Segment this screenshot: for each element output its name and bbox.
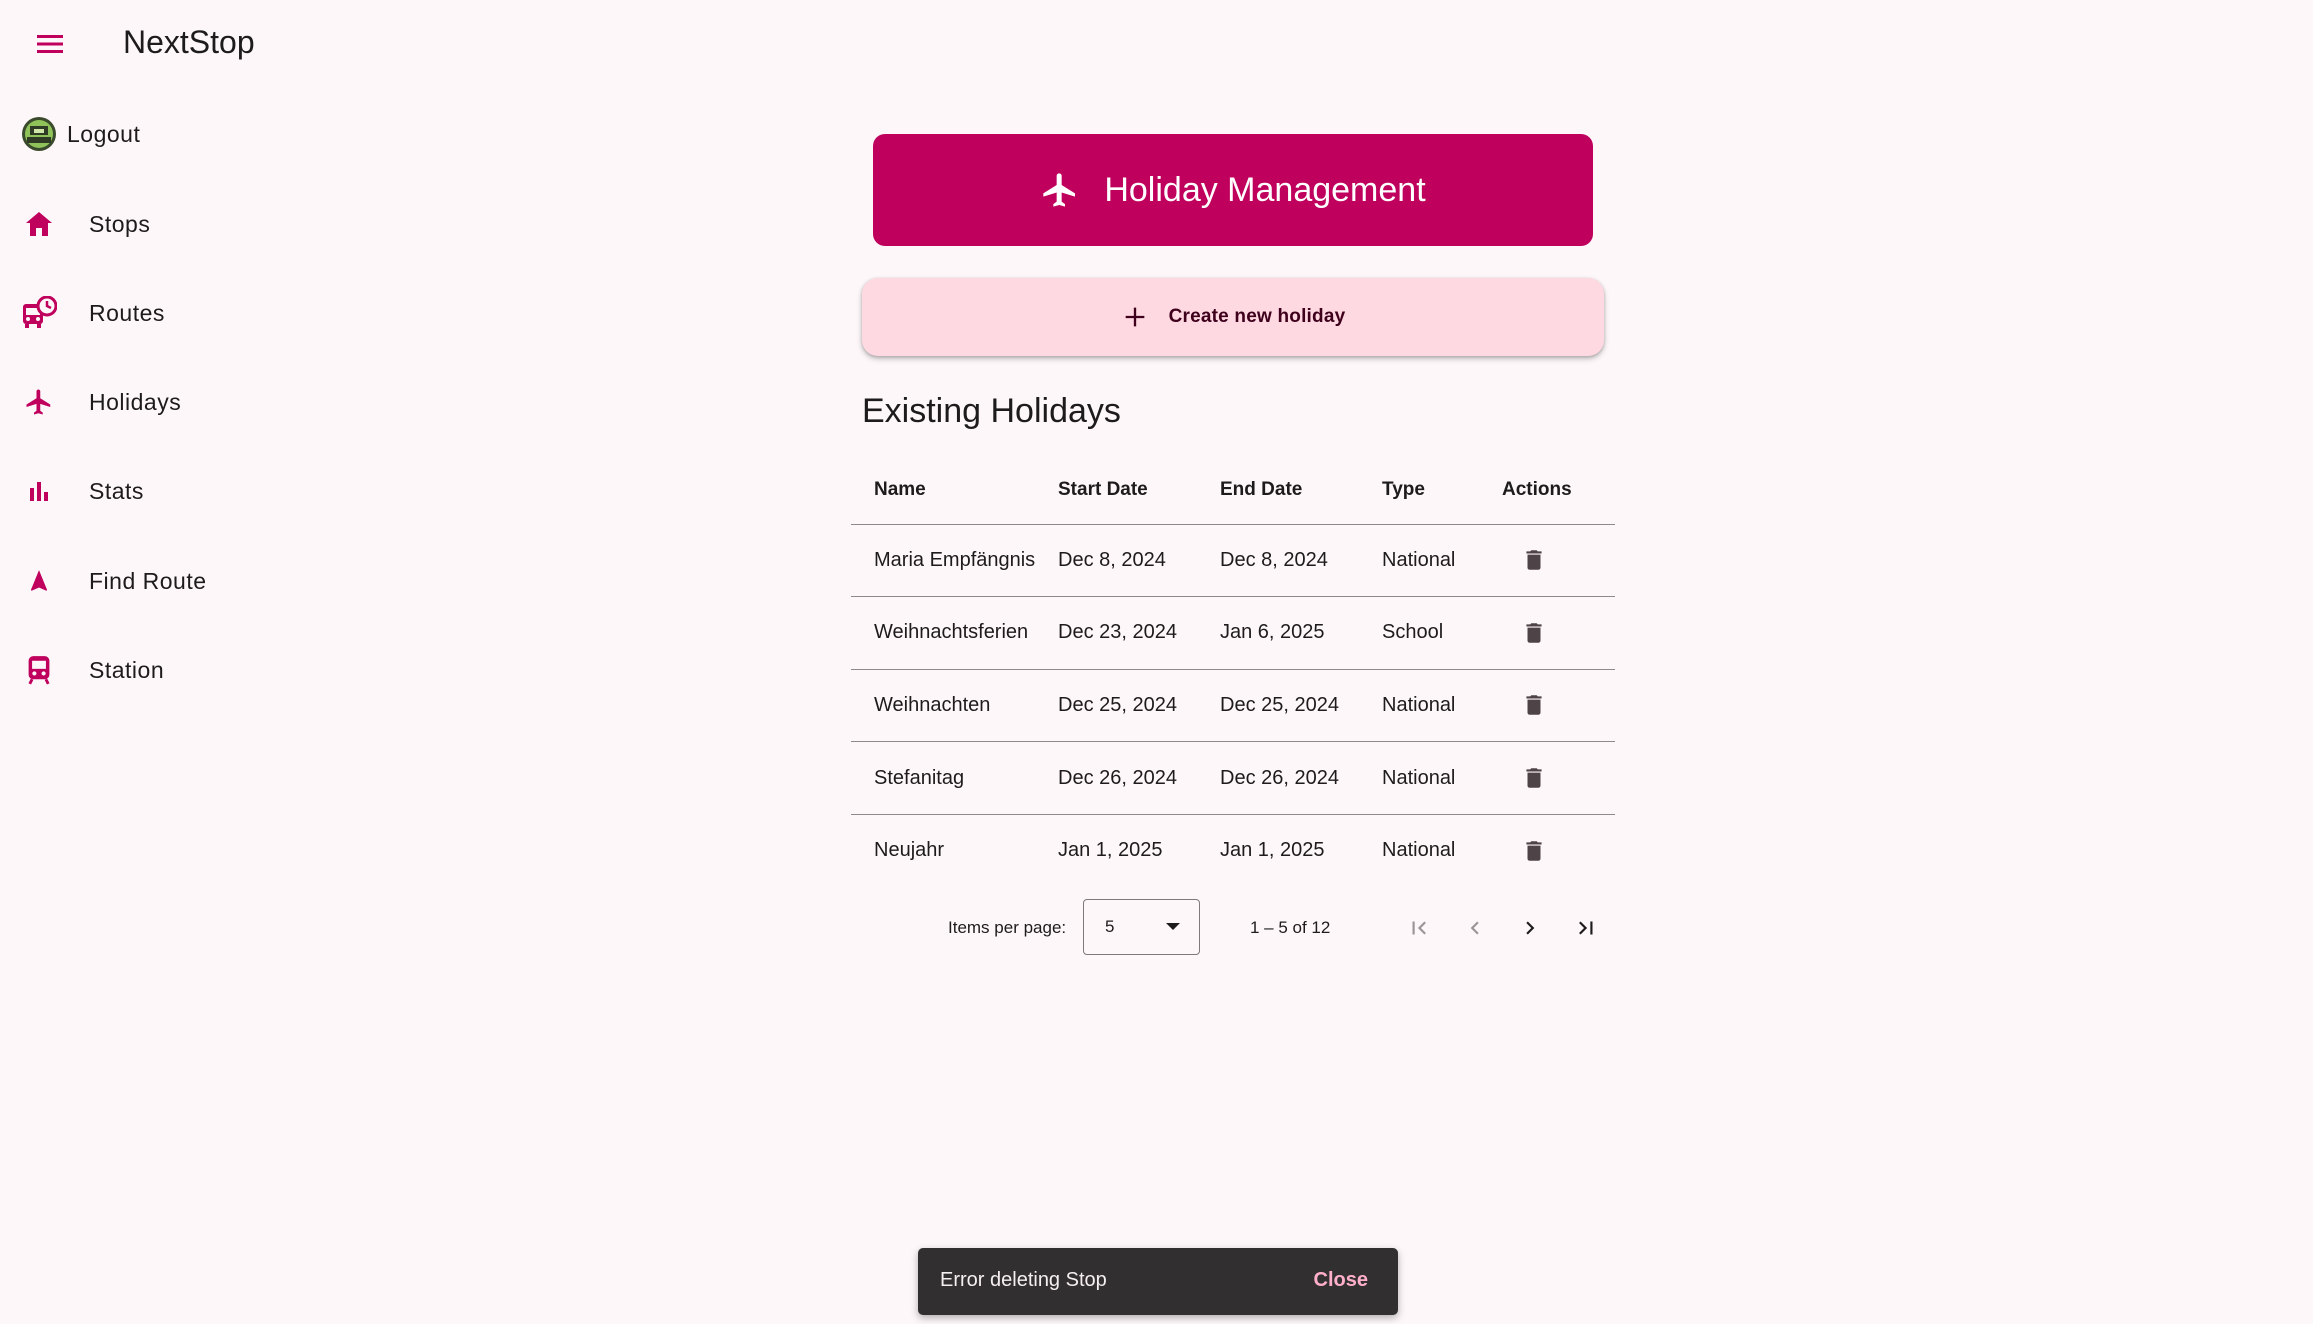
table-row: Stefanitag Dec 26, 2024 Dec 26, 2024 Nat… (851, 741, 1615, 815)
cell-type: School (1382, 596, 1502, 670)
cell-actions (1502, 669, 1615, 743)
sidebar-item-stops[interactable]: Stops (0, 194, 360, 254)
error-snackbar: Error deleting Stop Close (918, 1248, 1398, 1315)
trash-icon (1526, 695, 1542, 716)
sidebar-item-holidays[interactable]: Holidays (0, 372, 360, 432)
cell-type: National (1382, 524, 1502, 598)
sidebar-item-label: Routes (89, 299, 165, 326)
bar-chart-icon (20, 472, 58, 510)
sidebar-item-label: Station (89, 656, 165, 683)
cell-start-date: Dec 8, 2024 (1058, 524, 1220, 598)
cell-actions (1502, 524, 1615, 598)
trash-icon (1526, 623, 1542, 643)
column-header-type[interactable]: Type (1382, 456, 1502, 525)
cell-actions (1502, 596, 1615, 670)
items-per-page-label: Items per page: (948, 918, 1067, 937)
sidebar-item-label: Stops (89, 210, 151, 237)
delete-button[interactable] (1516, 833, 1552, 869)
plus-icon (1121, 303, 1149, 331)
delete-button[interactable] (1516, 760, 1552, 796)
hamburger-menu-icon (37, 35, 63, 53)
sidebar-item-find-route[interactable]: Find Route (0, 551, 360, 611)
cell-name: Neujahr (874, 839, 945, 862)
app-root: NextStop Logout Stops Routes Holidays St… (0, 0, 2313, 1324)
cell-actions (1502, 741, 1615, 815)
create-holiday-label: Create new holiday (1168, 306, 1346, 327)
table-row: Weihnachtsferien Dec 23, 2024 Jan 6, 202… (851, 596, 1615, 670)
cell-name: Stefanitag (851, 741, 1058, 815)
column-header-end-date[interactable]: End Date (1220, 456, 1382, 525)
delete-button[interactable] (1516, 542, 1552, 578)
items-per-page-select[interactable]: 5 (1083, 899, 1200, 955)
cell-name: Weihnachtsferien (851, 596, 1058, 670)
airplane-icon (1040, 170, 1080, 210)
dropdown-arrow-icon (1164, 920, 1182, 934)
sidebar-item-label: Holidays (89, 388, 182, 415)
sidebar-item-label: Find Route (89, 567, 207, 594)
cell-start-date: Dec 25, 2024 (1058, 669, 1220, 743)
column-header-name[interactable]: Name (851, 456, 1058, 525)
cell-end-date: Dec 26, 2024 (1220, 741, 1382, 815)
holidays-table: Name Start Date End Date Type Actions Ma… (851, 456, 1615, 887)
chevron-right-icon (1526, 921, 1535, 935)
first-page-button[interactable] (1397, 906, 1441, 950)
snackbar-message: Error deleting Stop (940, 1269, 1107, 1291)
delete-button[interactable] (1516, 687, 1552, 723)
cell-name: Weihnachten (851, 669, 1058, 743)
cell-start-date: Dec 26, 2024 (1058, 741, 1220, 815)
cell-end-date: Jan 6, 2025 (1220, 596, 1382, 670)
cell-start-date: Dec 23, 2024 (1058, 596, 1220, 670)
trash-icon (1526, 550, 1542, 571)
create-holiday-button[interactable]: Create new holiday (862, 278, 1604, 356)
column-header-start-date[interactable]: Start Date (1058, 456, 1220, 525)
cell-type: National (1382, 669, 1502, 743)
first-page-icon (1412, 921, 1426, 935)
cell-type: National (1382, 741, 1502, 815)
sidebar-item-label: Stats (89, 477, 144, 504)
snackbar-close-button[interactable]: Close (1314, 1269, 1368, 1292)
trash-icon (1526, 768, 1542, 788)
page-range-label: 1 – 5 of 12 (1250, 918, 1331, 937)
cell-end-date: Jan 1, 2025 (1220, 839, 1325, 862)
cell-type: National (1382, 839, 1456, 862)
table-row: Weihnachten Dec 25, 2024 Dec 25, 2024 Na… (851, 669, 1615, 743)
table-row: Maria Empfängnis Dec 8, 2024 Dec 8, 2024… (851, 524, 1615, 598)
cell-start-date: Jan 1, 2025 (1058, 839, 1163, 862)
cell-actions (1502, 814, 1615, 887)
home-icon (20, 205, 58, 243)
delete-button[interactable] (1516, 615, 1552, 651)
menu-button[interactable] (22, 22, 78, 66)
table-row: Neujahr Jan 1, 2025 Jan 1, 2025 National (851, 814, 1615, 887)
paginator: Items per page: 5 1 – 5 of 12 (851, 896, 1615, 960)
cell-end-date: Dec 25, 2024 (1220, 669, 1382, 743)
section-title: Existing Holidays (862, 392, 1121, 430)
previous-page-button[interactable] (1453, 906, 1497, 950)
sidebar-item-station[interactable]: Station (0, 640, 360, 700)
airplane-icon (20, 383, 58, 421)
train-icon (20, 651, 58, 689)
chevron-left-icon (1470, 921, 1479, 935)
avatar-icon (20, 115, 58, 153)
table-header-row: Name Start Date End Date Type Actions (851, 456, 1615, 525)
bus-clock-icon (20, 294, 58, 332)
app-title: NextStop (123, 24, 255, 60)
page-title: Holiday Management (1104, 170, 1426, 209)
sidebar-item-routes[interactable]: Routes (0, 283, 360, 343)
sidebar-item-logout[interactable]: Logout (0, 104, 360, 164)
column-header-actions: Actions (1502, 456, 1615, 525)
last-page-icon (1579, 921, 1593, 935)
trash-icon (1526, 841, 1542, 861)
page-header-card: Holiday Management (873, 134, 1593, 246)
navigation-icon (20, 562, 58, 600)
next-page-button[interactable] (1508, 906, 1552, 950)
last-page-button[interactable] (1564, 906, 1608, 950)
sidebar-item-stats[interactable]: Stats (0, 461, 360, 521)
cell-end-date: Dec 8, 2024 (1220, 524, 1382, 598)
sidebar-item-label: Logout (67, 120, 141, 147)
cell-name: Maria Empfängnis (851, 524, 1058, 598)
items-per-page-value: 5 (1105, 917, 1115, 936)
